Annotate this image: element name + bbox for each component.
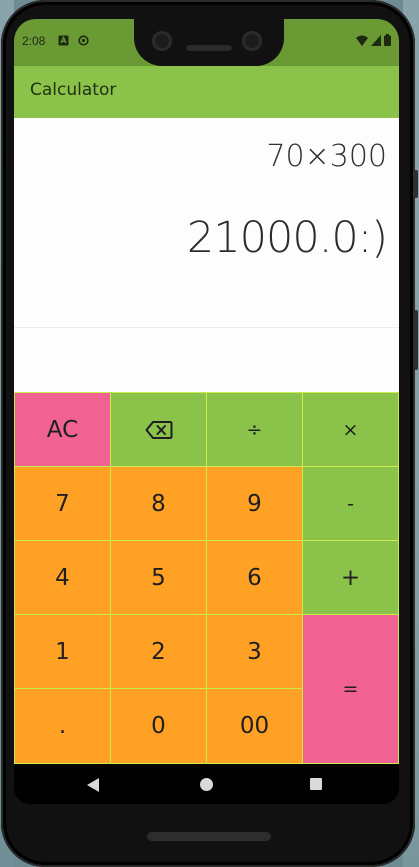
multiply-button[interactable]: × — [302, 392, 399, 467]
front-camera-2 — [242, 31, 262, 51]
digit-9-button[interactable]: 9 — [206, 466, 303, 541]
earpiece — [186, 45, 232, 51]
app-title: Calculator — [30, 80, 117, 100]
digit-3-button[interactable]: 3 — [206, 614, 303, 689]
add-button[interactable]: + — [302, 540, 399, 615]
digit-4-button[interactable]: 4 — [14, 540, 111, 615]
camera-notch — [134, 19, 284, 66]
backspace-button[interactable] — [110, 392, 207, 467]
keypad: AC ÷ × 7 8 9 - 4 5 6 + 1 2 3 = . 0 00 — [14, 392, 399, 764]
digit-5-button[interactable]: 5 — [110, 540, 207, 615]
digit-1-button[interactable]: 1 — [14, 614, 111, 689]
phone-frame: 2:08 Calculator 70×300 21000.0:) AC ÷ × … — [1, 0, 418, 867]
expression-text: 70×300 — [266, 139, 387, 174]
subtract-button[interactable]: - — [302, 466, 399, 541]
backspace-icon — [145, 420, 172, 439]
decimal-button[interactable]: . — [14, 688, 111, 764]
bottom-speaker — [147, 832, 271, 841]
app-bar: Calculator — [14, 66, 399, 118]
digit-6-button[interactable]: 6 — [206, 540, 303, 615]
volume-button — [414, 310, 418, 370]
result-text: 21000.0:) — [186, 213, 388, 263]
navigation-bar — [14, 764, 399, 804]
clear-button[interactable]: AC — [14, 392, 111, 467]
digit-0-button[interactable]: 0 — [110, 688, 207, 764]
home-icon[interactable] — [200, 778, 213, 791]
digit-2-button[interactable]: 2 — [110, 614, 207, 689]
device-screen: 2:08 Calculator 70×300 21000.0:) AC ÷ × … — [14, 19, 399, 804]
signal-icon — [371, 34, 381, 46]
wifi-icon — [356, 35, 368, 46]
digit-8-button[interactable]: 8 — [110, 466, 207, 541]
digit-7-button[interactable]: 7 — [14, 466, 111, 541]
sync-icon — [78, 35, 89, 46]
front-camera — [152, 31, 172, 51]
display-divider — [14, 327, 399, 328]
double-zero-button[interactable]: 00 — [206, 688, 303, 764]
calculator-display: 70×300 21000.0:) — [14, 118, 399, 392]
battery-icon — [384, 34, 391, 46]
a-icon — [58, 35, 69, 46]
back-icon[interactable] — [87, 778, 99, 792]
equals-button[interactable]: = — [302, 614, 399, 764]
status-time: 2:08 — [22, 34, 46, 48]
recents-icon[interactable] — [310, 778, 322, 790]
power-button — [414, 170, 418, 198]
divide-button[interactable]: ÷ — [206, 392, 303, 467]
